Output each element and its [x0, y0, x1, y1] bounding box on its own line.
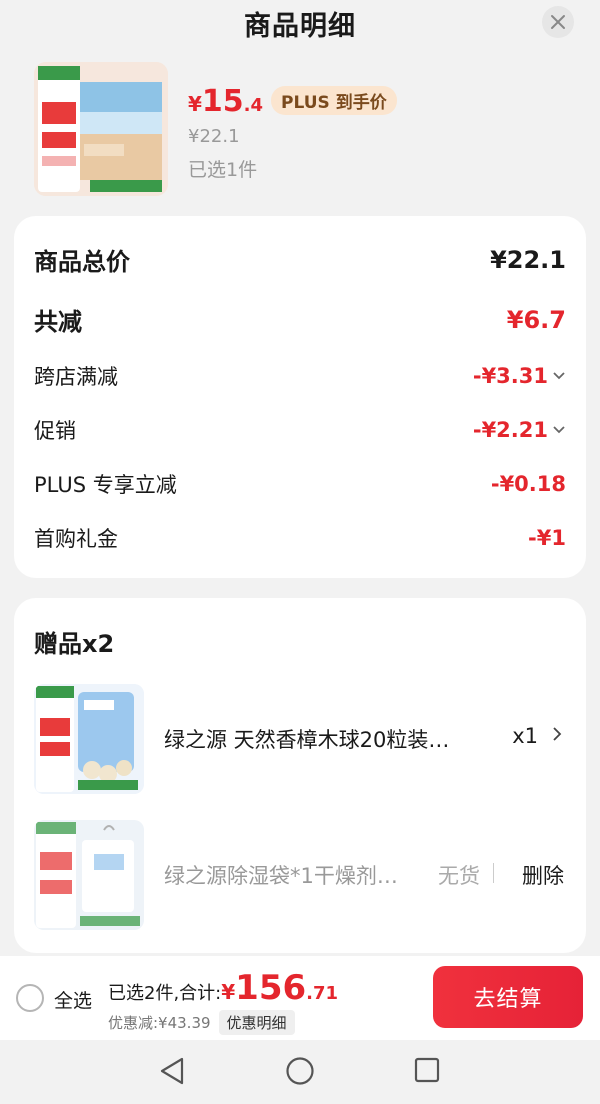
summary-value: -¥0.18 [490, 472, 566, 496]
summary-row-first-purchase: 首购礼金 -¥1 [34, 523, 566, 553]
summary-label: 促销 [34, 419, 76, 443]
system-nav-bar [0, 1040, 600, 1104]
out-of-stock-label: 无货 [438, 864, 480, 888]
summary-value-wrap: -¥3.31 [473, 364, 566, 388]
home-icon[interactable] [285, 1056, 315, 1090]
total-currency: ¥ [221, 980, 236, 1004]
summary-label: 商品总价 [34, 248, 130, 276]
chevron-down-icon[interactable] [552, 425, 566, 435]
chevron-down-icon[interactable] [552, 371, 566, 381]
delete-gift-button[interactable]: 删除 [522, 860, 564, 890]
gift-name: 绿之源除湿袋*1干燥剂… [164, 864, 398, 888]
summary-row-promotion[interactable]: 促销 -¥2.21 [34, 415, 566, 445]
gifts-card: 赠品x2 绿之源 天然香樟木球20粒装… x1 绿之源除湿袋*1干燥剂… 无货 … [14, 598, 586, 953]
summary-value: -¥2.21 [472, 418, 548, 442]
discount-info: 优惠减:¥43.39 优惠明细 [108, 1010, 295, 1035]
selected-count: 已选1件 [188, 159, 258, 181]
gift-image [34, 820, 144, 930]
summary-row-plus: PLUS 专享立减 -¥0.18 [34, 469, 566, 499]
price-integer: 15 [201, 84, 244, 119]
discount-detail-button[interactable]: 优惠明细 [218, 1010, 295, 1035]
checkout-bar: 全选 已选2件,合计: ¥ 156 .71 优惠减:¥43.39 优惠明细 去结… [0, 956, 600, 1040]
plus-price-badge: PLUS 到手价 [271, 86, 397, 115]
product-image[interactable] [34, 62, 168, 196]
chevron-right-icon[interactable] [552, 726, 562, 746]
total-decimal: .71 [306, 983, 339, 1004]
summary-label: 共减 [34, 308, 82, 336]
gift-item[interactable]: 绿之源 天然香樟木球20粒装… x1 [34, 684, 566, 794]
close-icon [551, 15, 565, 29]
total-prefix: 已选2件,合计: [108, 983, 222, 1004]
plus-price: ¥ 15 .4 PLUS 到手价 [188, 84, 397, 119]
product-info: ¥ 15 .4 PLUS 到手价 ¥22.1 已选1件 [34, 62, 574, 196]
summary-value: -¥1 [528, 526, 566, 550]
recents-icon[interactable] [413, 1056, 441, 1088]
gift-item-out-of-stock: 绿之源除湿袋*1干燥剂… 无货 删除 [34, 820, 566, 930]
total-integer: 156 [235, 968, 307, 1008]
summary-label: 跨店满减 [34, 365, 118, 389]
checkout-button[interactable]: 去结算 [433, 966, 583, 1028]
original-price: ¥22.1 [188, 126, 240, 147]
summary-row-reduced: 共减 ¥6.7 [34, 302, 566, 337]
summary-value: ¥22.1 [490, 245, 566, 274]
summary-label: 首购礼金 [34, 527, 118, 551]
page-title: 商品明细 [244, 11, 356, 42]
summary-label: PLUS 专享立减 [34, 473, 177, 497]
gift-quantity: x1 [512, 724, 538, 748]
total-amount: 已选2件,合计: ¥ 156 .71 [108, 968, 338, 1008]
sheet-header: 商品明细 [0, 0, 600, 44]
price-summary-card: 商品总价 ¥22.1 共减 ¥6.7 跨店满减 -¥3.31 促销 -¥2.21… [14, 216, 586, 578]
summary-row-total: 商品总价 ¥22.1 [34, 242, 566, 277]
discount-amount: 优惠减:¥43.39 [108, 1014, 211, 1032]
summary-value: ¥6.7 [506, 305, 566, 334]
summary-value-wrap: -¥2.21 [473, 418, 566, 442]
summary-row-cross-store[interactable]: 跨店满减 -¥3.31 [34, 361, 566, 391]
price-currency: ¥ [188, 92, 202, 116]
summary-value: -¥3.31 [472, 364, 548, 388]
back-icon[interactable] [158, 1056, 186, 1090]
gifts-title: 赠品x2 [34, 630, 115, 658]
select-all-checkbox[interactable] [16, 984, 44, 1012]
select-all-label[interactable]: 全选 [54, 986, 92, 1013]
close-button[interactable] [542, 6, 574, 38]
gift-name: 绿之源 天然香樟木球20粒装… [164, 728, 450, 752]
divider [493, 863, 494, 883]
price-decimal: .4 [243, 95, 264, 116]
gift-image[interactable] [34, 684, 144, 794]
